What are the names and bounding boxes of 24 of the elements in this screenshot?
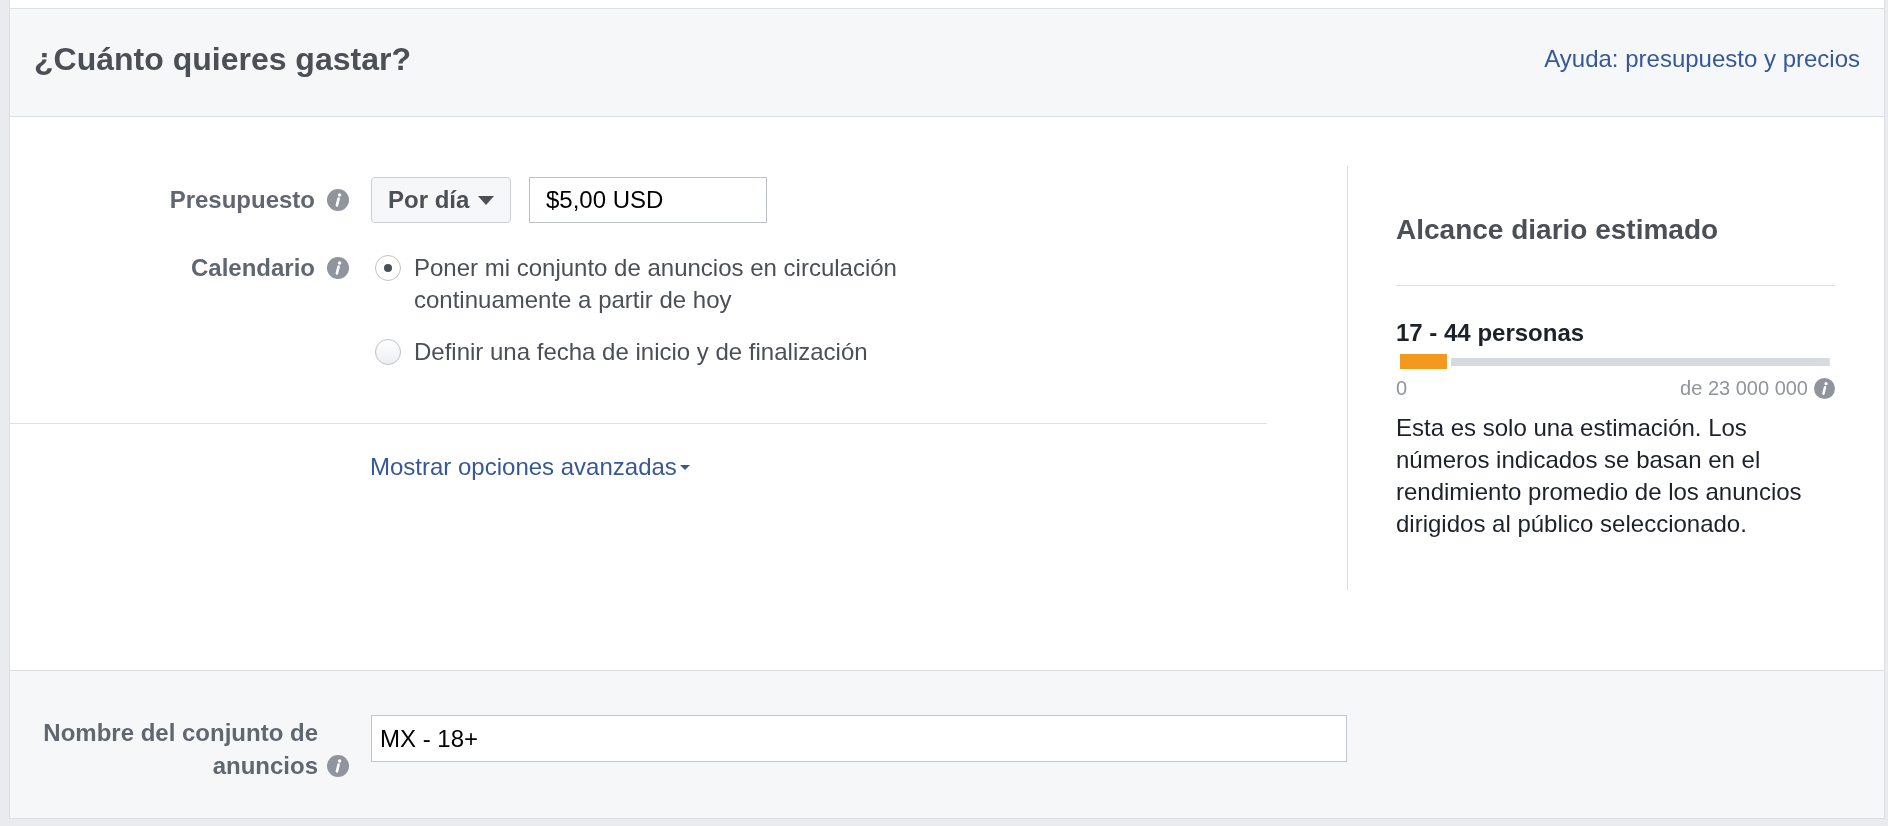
- info-icon[interactable]: [1814, 377, 1835, 399]
- estimate-title: Alcance diario estimado: [1396, 213, 1720, 247]
- caret-icon: [679, 464, 690, 470]
- info-icon[interactable]: [327, 755, 349, 777]
- budget-label: Presupuesto: [169, 185, 315, 215]
- budget-amount-field[interactable]: $5,00 USD: [529, 177, 767, 223]
- radio-button[interactable]: [375, 339, 401, 365]
- period-dropdown[interactable]: Por día: [371, 177, 511, 223]
- info-icon[interactable]: [327, 189, 349, 211]
- section-title: ¿Cuánto quieres gastar?: [34, 39, 411, 78]
- advanced-options-link[interactable]: Mostrar opciones avanzadas: [370, 451, 690, 483]
- schedule-label: Calendario: [190, 253, 315, 283]
- info-icon[interactable]: [327, 257, 349, 279]
- reach-range: 17 - 44 personas: [1396, 319, 1586, 347]
- ad-set-name-field[interactable]: MX - 18+: [371, 715, 1347, 762]
- option-label: Definir una fecha de inicio y de finalización: [414, 337, 869, 367]
- scale-min-label: 0: [1396, 376, 1408, 400]
- scale-max-label: de 23 000 000: [1680, 376, 1808, 400]
- radio-button[interactable]: [375, 255, 401, 281]
- caret-icon: [478, 195, 494, 205]
- option-label: Poner mi conjunto de anuncios en circulación continuamente a partir de hoy: [414, 253, 898, 315]
- ad-set-name-label: Nombre del conjunto de anuncios: [42, 718, 318, 781]
- help-link[interactable]: Ayuda: presupuesto y precios: [1544, 43, 1860, 74]
- estimate-note: Esta es solo una estimación. Los números indicados se basan en el rendimiento promedio de los anuncios dirigidos al público seleccionado.: [1396, 413, 1803, 539]
